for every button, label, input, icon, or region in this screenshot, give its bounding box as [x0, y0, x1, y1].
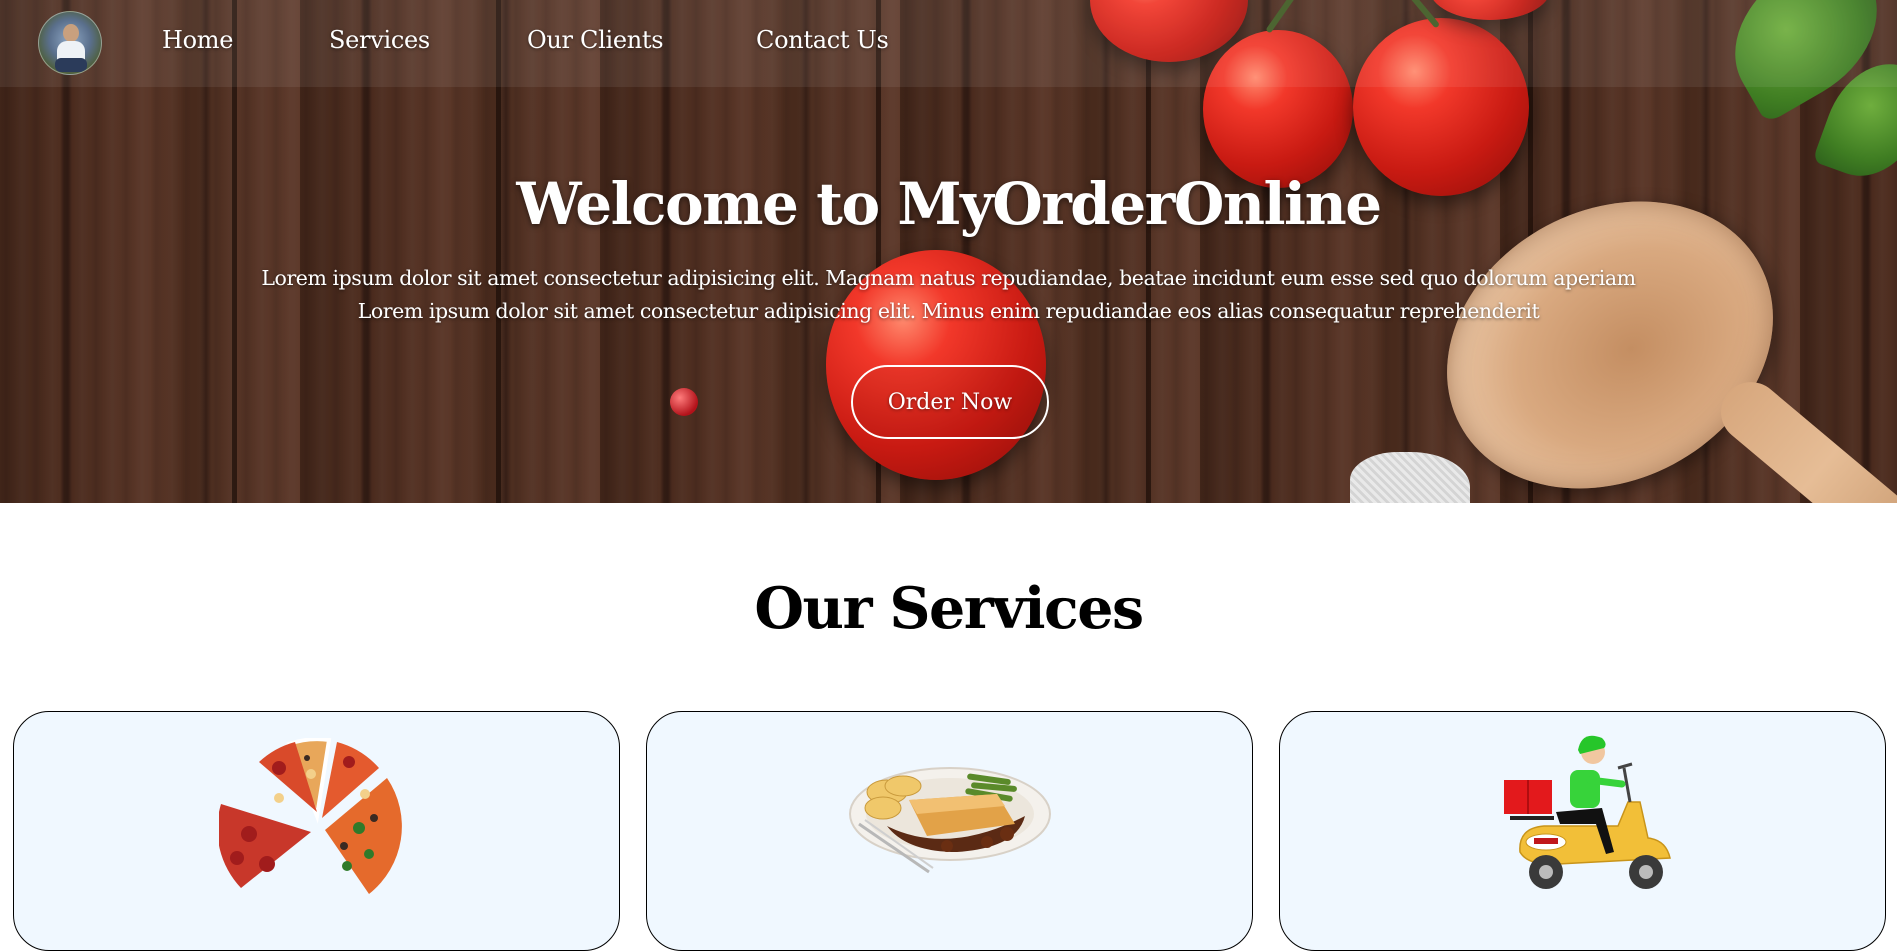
hero-title: Welcome to MyOrderOnline	[516, 170, 1382, 238]
hero-section: Home Services Our Clients Contact Us Wel…	[0, 0, 1897, 503]
service-card-dinner[interactable]	[646, 711, 1253, 951]
red-berry	[670, 388, 698, 416]
hero-description: Lorem ipsum dolor sit amet consectetur a…	[0, 262, 1897, 328]
avatar-legs	[55, 58, 87, 72]
delivery-scooter-image	[1504, 735, 1671, 889]
order-now-button[interactable]: Order Now	[851, 365, 1049, 439]
kitchen-cloth	[1350, 452, 1470, 503]
avatar[interactable]	[38, 11, 102, 75]
hero-description-line-1: Lorem ipsum dolor sit amet consectetur a…	[261, 266, 1636, 290]
hero-content: Welcome to MyOrderOnline Lorem ipsum dol…	[0, 170, 1897, 328]
wooden-spoon-handle	[1708, 369, 1897, 503]
avatar-head	[63, 24, 79, 42]
top-navigation: Home Services Our Clients Contact Us	[0, 0, 1897, 87]
nav-link-contact-us[interactable]: Contact Us	[756, 26, 889, 54]
hero-description-line-2: Lorem ipsum dolor sit amet consectetur a…	[357, 299, 1540, 323]
service-card-delivery[interactable]	[1279, 711, 1886, 951]
nav-link-services[interactable]: Services	[329, 26, 430, 54]
nav-link-home[interactable]: Home	[162, 26, 233, 54]
pizza-slices-image	[219, 738, 402, 894]
meat-pie-dinner-image	[849, 767, 1051, 874]
services-title: Our Services	[754, 575, 1144, 642]
service-card-pizza[interactable]	[13, 711, 620, 951]
nav-link-our-clients[interactable]: Our Clients	[527, 26, 664, 54]
